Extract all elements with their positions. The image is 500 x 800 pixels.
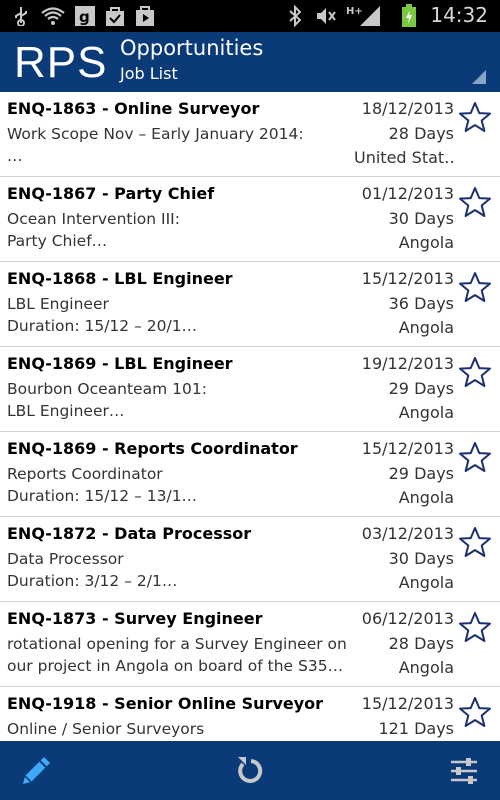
job-description-line1: Online / Senior Surveyors bbox=[7, 720, 205, 738]
job-list-item[interactable]: ENQ-1918 - Senior Online Surveyor Online… bbox=[0, 687, 500, 741]
job-location: Angola bbox=[398, 488, 454, 507]
bluetooth-icon bbox=[286, 5, 304, 27]
job-duration: 121 Days bbox=[378, 719, 454, 738]
status-bar: g H+ 14:32 bbox=[0, 0, 500, 32]
job-description-line1: rotational opening for a Survey Engineer… bbox=[7, 635, 347, 653]
job-list-item[interactable]: ENQ-1869 - Reports Coordinator Reports C… bbox=[0, 432, 500, 517]
battery-charging-icon bbox=[398, 4, 420, 27]
favorite-star-icon[interactable] bbox=[458, 611, 492, 645]
job-description-line1: Work Scope Nov – Early January 2014: bbox=[7, 125, 304, 143]
signal-icon: H+ bbox=[346, 5, 386, 27]
job-date: 15/12/2013 bbox=[361, 439, 454, 458]
job-description-line1: Bourbon Oceanteam 101: bbox=[7, 380, 207, 398]
job-list-item[interactable]: ENQ-1869 - LBL Engineer Bourbon Oceantea… bbox=[0, 347, 500, 432]
job-title: ENQ-1873 - Survey Engineer bbox=[7, 609, 263, 628]
job-location: Angola bbox=[398, 658, 454, 677]
svg-text:g: g bbox=[79, 8, 90, 26]
job-location: Angola bbox=[398, 573, 454, 592]
job-description-line2: Duration: 3/12 – 2/1… bbox=[7, 572, 178, 590]
job-title: ENQ-1918 - Senior Online Surveyor bbox=[7, 694, 324, 713]
app-header: RPS Opportunities Job List bbox=[0, 32, 500, 92]
page-subtitle[interactable]: Job List bbox=[120, 64, 178, 83]
favorite-star-icon[interactable] bbox=[458, 441, 492, 475]
refresh-icon[interactable] bbox=[230, 751, 270, 791]
sliders-icon[interactable] bbox=[444, 751, 484, 791]
job-duration: 30 Days bbox=[388, 549, 454, 568]
job-date: 15/12/2013 bbox=[361, 269, 454, 288]
job-list-item[interactable]: ENQ-1867 - Party Chief Ocean Interventio… bbox=[0, 177, 500, 262]
job-description-line1: Data Processor bbox=[7, 550, 124, 568]
job-title: ENQ-1869 - LBL Engineer bbox=[7, 354, 233, 373]
favorite-star-icon[interactable] bbox=[458, 356, 492, 390]
job-date: 03/12/2013 bbox=[361, 524, 454, 543]
page-title: Opportunities bbox=[120, 36, 264, 60]
job-description-line2: … bbox=[7, 147, 23, 165]
svg-text:H+: H+ bbox=[346, 6, 363, 17]
job-title: ENQ-1867 - Party Chief bbox=[7, 184, 215, 203]
job-date: 06/12/2013 bbox=[361, 609, 454, 628]
job-list-item[interactable]: ENQ-1868 - LBL Engineer LBL Engineer Dur… bbox=[0, 262, 500, 347]
job-location: Angola bbox=[398, 233, 454, 252]
job-description-line2: LBL Engineer… bbox=[7, 402, 125, 420]
job-description-line1: Reports Coordinator bbox=[7, 465, 163, 483]
favorite-star-icon[interactable] bbox=[458, 101, 492, 135]
job-location: United Stat… bbox=[354, 148, 454, 167]
play-store-icon bbox=[134, 5, 156, 27]
job-description-line2: Party Chief… bbox=[7, 232, 108, 250]
status-time: 14:32 bbox=[430, 3, 488, 27]
app-logo[interactable]: RPS bbox=[14, 38, 107, 88]
job-date: 19/12/2013 bbox=[361, 354, 454, 373]
favorite-star-icon[interactable] bbox=[458, 186, 492, 220]
job-date: 01/12/2013 bbox=[361, 184, 454, 203]
job-duration: 28 Days bbox=[388, 124, 454, 143]
job-description-line1: Ocean Intervention III: bbox=[7, 210, 180, 228]
bag-icon bbox=[104, 5, 126, 27]
job-duration: 29 Days bbox=[388, 464, 454, 483]
gallery-icon: g bbox=[74, 5, 96, 27]
mute-icon bbox=[314, 5, 338, 27]
favorite-star-icon[interactable] bbox=[458, 696, 492, 730]
favorite-star-icon[interactable] bbox=[458, 526, 492, 560]
bottom-action-bar bbox=[0, 741, 500, 800]
job-description-line2: Duration: 15/12 – 13/1… bbox=[7, 487, 198, 505]
spinner-indicator-icon[interactable] bbox=[472, 70, 486, 84]
job-location: Angola bbox=[398, 318, 454, 337]
job-description-line1: LBL Engineer bbox=[7, 295, 109, 313]
job-date: 18/12/2013 bbox=[361, 99, 454, 118]
pencil-icon[interactable] bbox=[16, 751, 56, 791]
job-title: ENQ-1868 - LBL Engineer bbox=[7, 269, 233, 288]
job-title: ENQ-1869 - Reports Coordinator bbox=[7, 439, 298, 458]
job-list[interactable]: ENQ-1863 - Online Surveyor Work Scope No… bbox=[0, 92, 500, 741]
wifi-icon bbox=[40, 5, 66, 27]
job-title: ENQ-1863 - Online Surveyor bbox=[7, 99, 260, 118]
job-duration: 28 Days bbox=[388, 634, 454, 653]
usb-icon bbox=[10, 5, 32, 27]
job-duration: 36 Days bbox=[388, 294, 454, 313]
job-description-line2: Duration: 15/12 – 20/1… bbox=[7, 317, 198, 335]
job-list-item[interactable]: ENQ-1863 - Online Surveyor Work Scope No… bbox=[0, 92, 500, 177]
job-duration: 29 Days bbox=[388, 379, 454, 398]
job-duration: 30 Days bbox=[388, 209, 454, 228]
favorite-star-icon[interactable] bbox=[458, 271, 492, 305]
job-date: 15/12/2013 bbox=[361, 694, 454, 713]
job-list-item[interactable]: ENQ-1873 - Survey Engineer rotational op… bbox=[0, 602, 500, 687]
job-list-item[interactable]: ENQ-1872 - Data Processor Data Processor… bbox=[0, 517, 500, 602]
job-title: ENQ-1872 - Data Processor bbox=[7, 524, 252, 543]
job-location: Angola bbox=[398, 403, 454, 422]
job-description-line2: our project in Angola on board of the S3… bbox=[7, 657, 344, 675]
